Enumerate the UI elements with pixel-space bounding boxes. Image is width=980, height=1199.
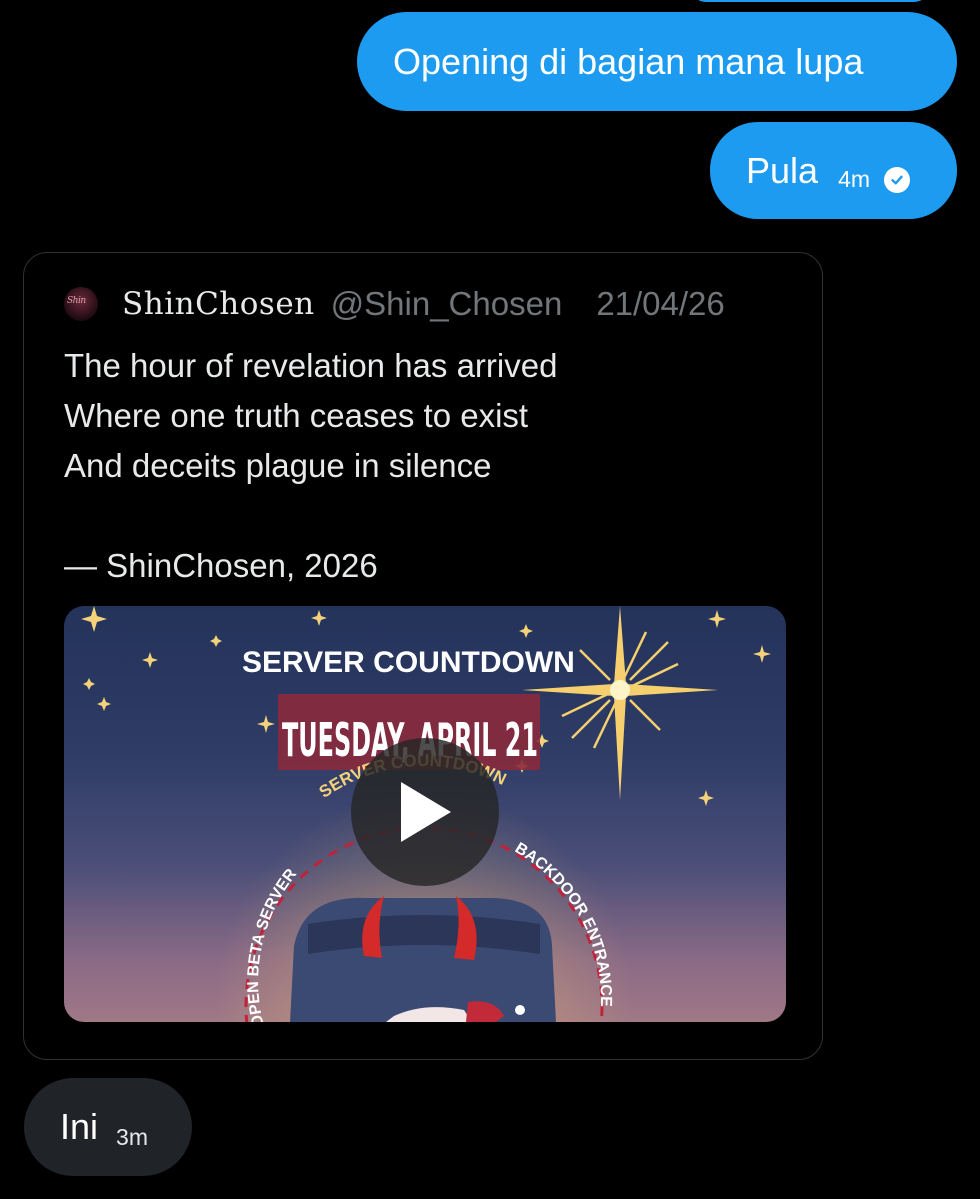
previous-message-bubble: [690, 0, 930, 2]
message-text: Ini: [60, 1106, 99, 1147]
message-bubble-incoming[interactable]: Ini 3m: [24, 1078, 192, 1176]
text-line: Where one truth ceases to exist: [64, 397, 529, 434]
text-line: And deceits plague in silence: [64, 447, 492, 484]
read-check-icon: [884, 166, 911, 193]
quoted-post-text: The hour of revelation has arrived Where …: [64, 341, 557, 591]
quoted-post-header: Shin ShinChosen @Shin_Chosen 21/04/26: [64, 285, 725, 323]
poster-heading: SERVER COUNTDOWN: [242, 646, 575, 679]
message-text: Pula: [746, 149, 819, 191]
play-icon: [401, 782, 451, 842]
quoted-post-card[interactable]: Shin ShinChosen @Shin_Chosen 21/04/26 Th…: [23, 252, 823, 1060]
play-button[interactable]: [351, 738, 499, 886]
message-meta: 4m: [838, 166, 911, 193]
message-bubble-outgoing[interactable]: Opening di bagian mana lupa: [357, 12, 957, 111]
message-bubble-outgoing[interactable]: Pula 4m: [710, 122, 957, 219]
text-line: The hour of revelation has arrived: [64, 347, 558, 384]
post-date: 21/04/26: [596, 285, 725, 322]
text-line: — ShinChosen, 2026: [64, 547, 378, 584]
text-line: [64, 491, 557, 541]
message-time: 3m: [116, 1123, 148, 1150]
video-thumbnail[interactable]: SERVER COUNTDOWN TUESDAY, APRIL 21 SERVE…: [64, 606, 786, 1022]
message-time: 4m: [838, 166, 871, 192]
user-handle: @Shin_Chosen: [330, 285, 563, 322]
message-text: Opening di bagian mana lupa: [393, 40, 864, 82]
avatar[interactable]: Shin: [64, 287, 98, 321]
display-name: ShinChosen: [122, 286, 315, 322]
